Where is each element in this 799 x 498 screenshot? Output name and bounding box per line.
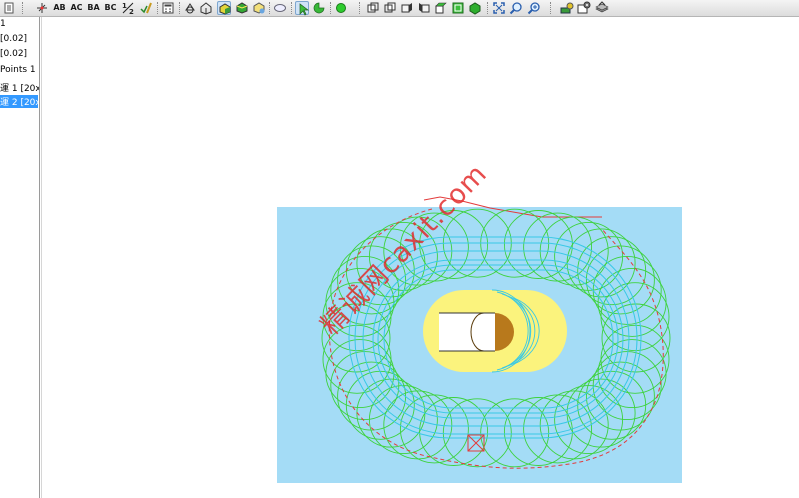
view-rotate-icon[interactable] (183, 1, 197, 15)
toolbar-separator (550, 2, 552, 14)
toolbar-separator (359, 2, 361, 14)
pointer-icon[interactable] (295, 1, 310, 16)
layers-icon[interactable] (595, 1, 609, 15)
tree-item[interactable]: [0.02] (0, 49, 29, 62)
toolbar-separator (22, 2, 24, 14)
tree-item[interactable]: 1 (0, 19, 8, 32)
view-front-icon[interactable] (366, 1, 380, 15)
slot-opening (439, 313, 495, 351)
simulate-icon[interactable] (560, 1, 574, 15)
zoom-window-icon[interactable] (527, 1, 541, 15)
zoom-in-icon[interactable] (509, 1, 523, 15)
tree-item[interactable]: 運 1 [20x (0, 81, 39, 94)
zoom-fit-icon[interactable] (492, 1, 506, 15)
fraction-icon[interactable]: 12 (121, 1, 135, 15)
shaded-yellow-icon[interactable] (252, 1, 266, 15)
half-circle-icon[interactable] (312, 1, 326, 15)
tree-item[interactable]: Points 1 (0, 65, 38, 78)
view-wire-icon[interactable] (199, 1, 213, 15)
toolpath-scene (277, 196, 682, 483)
tree-item[interactable]: [0.02] (0, 34, 29, 47)
view-iso-icon[interactable] (468, 1, 482, 15)
view-right-icon[interactable] (417, 1, 431, 15)
ba-button[interactable]: BA (86, 1, 101, 15)
svg-text:1: 1 (122, 2, 127, 10)
shaded-green-icon[interactable] (235, 1, 249, 15)
view-left-icon[interactable] (400, 1, 414, 15)
view-back-icon[interactable] (383, 1, 397, 15)
check-pencil-icon[interactable] (139, 1, 153, 15)
ac-button[interactable]: AC (69, 1, 84, 15)
toolbar-separator (157, 2, 159, 14)
bc-button[interactable]: BC (103, 1, 118, 15)
green-dot-icon[interactable] (334, 1, 348, 15)
view-top-icon[interactable] (434, 1, 448, 15)
tree-item-selected[interactable]: 運 2 [20x (0, 95, 39, 108)
toolbar-separator (269, 2, 271, 14)
shaded-solid-icon[interactable] (217, 1, 231, 15)
axes-icon[interactable] (35, 1, 49, 15)
view-bottom-icon[interactable] (451, 1, 465, 15)
toolbar-separator (330, 2, 332, 14)
calculator-icon[interactable] (161, 1, 175, 15)
toolbar: AB AC BA BC 12 (0, 0, 799, 17)
ab-button[interactable]: AB (52, 1, 67, 15)
document-icon[interactable] (2, 1, 16, 15)
toolbar-separator (179, 2, 181, 14)
slot-feature (439, 312, 514, 352)
toolbar-separator (487, 2, 489, 14)
settings-icon[interactable] (577, 1, 591, 15)
toolbar-separator (291, 2, 293, 14)
graphics-viewport[interactable]: 精诚网caxit.com (42, 17, 799, 498)
svg-text:2: 2 (129, 8, 134, 15)
ellipse-icon[interactable] (273, 1, 287, 15)
operation-tree: 1 [0.02] [0.02] Points 1 運 1 [20x 運 2 [2… (0, 17, 40, 498)
